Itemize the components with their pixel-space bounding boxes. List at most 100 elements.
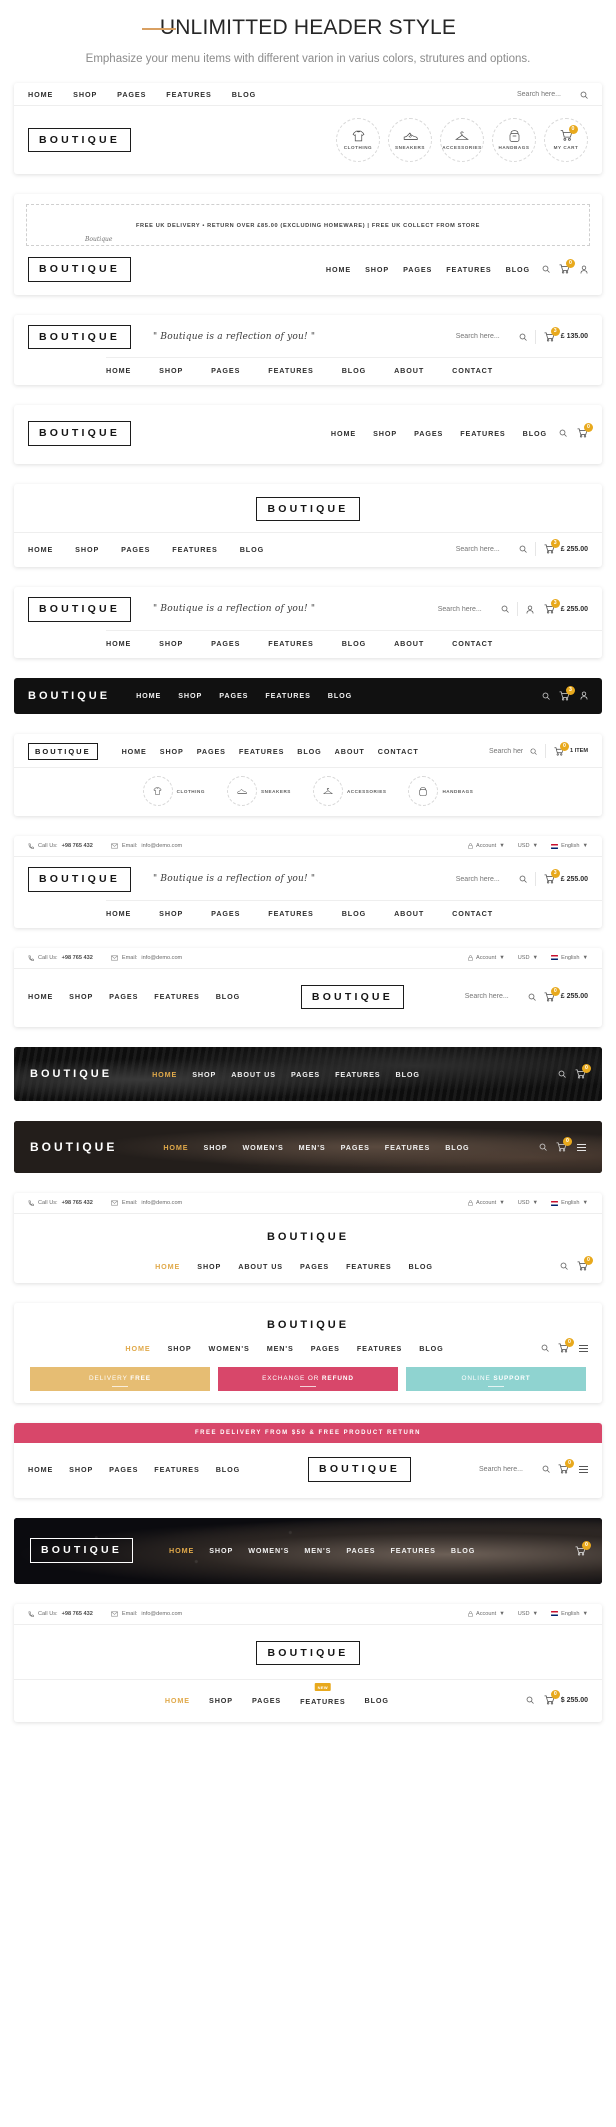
nav-pages[interactable]: PAGES	[291, 1070, 320, 1079]
category-sneakers[interactable]	[227, 776, 257, 807]
logo[interactable]: BOUTIQUE	[28, 597, 132, 622]
nav-contact[interactable]: CONTACT	[452, 639, 493, 648]
currency-menu[interactable]: USD ▼	[518, 1611, 538, 1617]
cart-icon[interactable]: 0	[577, 423, 593, 438]
nav-home[interactable]: HOME	[106, 366, 131, 375]
nav-contact[interactable]: CONTACT	[452, 909, 493, 918]
cart-icon[interactable]: 0	[556, 1137, 572, 1152]
search-icon[interactable]	[519, 875, 527, 884]
nav-blog[interactable]: BLOG	[342, 639, 366, 648]
logo[interactable]: BOUTIQUE	[30, 1068, 112, 1080]
nav-features[interactable]: FEATURES	[166, 90, 211, 99]
nav-contact[interactable]: CONTACT	[452, 366, 493, 375]
nav-blog[interactable]: BLOG	[451, 1546, 475, 1555]
search-icon[interactable]	[526, 1696, 534, 1704]
cart-icon[interactable]: 0	[554, 741, 569, 756]
search-icon[interactable]	[542, 1465, 550, 1474]
nav-blog[interactable]: BLOG	[396, 1070, 420, 1079]
cart-icon[interactable]: 3	[544, 599, 560, 614]
nav-pages[interactable]: PAGES	[211, 366, 240, 375]
category-sneakers[interactable]: SNEAKERS	[388, 118, 432, 163]
nav-home[interactable]: HOME	[152, 1070, 177, 1079]
nav-blog[interactable]: BLOG	[506, 265, 530, 274]
nav-shop[interactable]: SHOP	[159, 366, 183, 375]
nav-blog[interactable]: BLOG	[216, 1465, 240, 1474]
nav-blog[interactable]: BLOG	[342, 366, 366, 375]
nav-features[interactable]: FEATURES	[268, 909, 313, 918]
nav-about[interactable]: ABOUT	[394, 639, 424, 648]
logo[interactable]: BOUTIQUE	[267, 1319, 349, 1331]
nav-blog[interactable]: BLOG	[409, 1262, 433, 1271]
nav-features[interactable]: FEATURES	[239, 747, 284, 756]
search-icon[interactable]	[530, 748, 537, 755]
search-icon[interactable]	[542, 265, 550, 274]
search-icon[interactable]	[528, 993, 536, 1001]
search-box[interactable]	[455, 333, 527, 341]
promo-delivery-free[interactable]: DELIVERY FREE	[30, 1367, 210, 1392]
nav-womens[interactable]: WOMEN'S	[209, 1344, 250, 1353]
nav-pages[interactable]: PAGES	[252, 1696, 281, 1705]
nav-features[interactable]: FEATURES	[300, 1697, 345, 1706]
promo-banner[interactable]: FREE DELIVERY FROM $50 & FREE PRODUCT RE…	[14, 1423, 602, 1444]
nav-shop[interactable]: SHOP	[159, 639, 183, 648]
nav-pages[interactable]: PAGES	[403, 265, 432, 274]
nav-shop[interactable]: SHOP	[75, 545, 99, 554]
nav-shop[interactable]: SHOP	[209, 1546, 233, 1555]
nav-pages[interactable]: PAGES	[414, 429, 443, 438]
nav-blog[interactable]: BLOG	[216, 992, 240, 1001]
user-icon[interactable]	[580, 691, 588, 700]
nav-blog[interactable]: BLOG	[232, 90, 256, 99]
logo[interactable]: BOUTIQUE	[267, 1231, 349, 1243]
nav-features[interactable]: FEATURES	[265, 691, 310, 700]
cart-icon[interactable]: 0	[577, 1256, 593, 1271]
search-icon[interactable]	[542, 692, 550, 700]
nav-features[interactable]: FEATURES	[154, 1465, 199, 1474]
nav-contact[interactable]: CONTACT	[378, 747, 419, 756]
cart-icon[interactable]: 3	[544, 539, 560, 554]
nav-blog[interactable]: BLOG	[240, 545, 264, 554]
nav-shop[interactable]: SHOP	[69, 992, 93, 1001]
nav-home[interactable]: HOME	[122, 747, 147, 756]
nav-mens[interactable]: MEN'S	[299, 1143, 326, 1152]
nav-shop[interactable]: SHOP	[209, 1696, 233, 1705]
account-menu[interactable]: Account ▼	[468, 1200, 505, 1206]
search-input[interactable]	[464, 993, 521, 1001]
hamburger-menu-icon[interactable]	[579, 1344, 588, 1352]
nav-home[interactable]: HOME	[165, 1696, 190, 1705]
search-input[interactable]	[479, 1465, 536, 1473]
nav-pages[interactable]: PAGES	[311, 1344, 340, 1353]
search-icon[interactable]	[539, 1143, 547, 1151]
nav-pages[interactable]: PAGES	[211, 639, 240, 648]
nav-about[interactable]: ABOUT	[394, 909, 424, 918]
logo[interactable]: BOUTIQUE	[30, 1140, 117, 1154]
logo[interactable]: BOUTIQUE	[28, 421, 132, 446]
nav-pages[interactable]: PAGES	[121, 545, 150, 554]
logo[interactable]: BOUTIQUE	[28, 690, 110, 702]
nav-about-us[interactable]: ABOUT US	[231, 1070, 276, 1079]
nav-mens[interactable]: MEN'S	[267, 1344, 294, 1353]
nav-shop[interactable]: SHOP	[168, 1344, 192, 1353]
nav-pages[interactable]: PAGES	[211, 909, 240, 918]
email-info[interactable]: Email: info@demo.com	[111, 1200, 182, 1206]
search-icon[interactable]	[560, 1262, 568, 1270]
nav-shop[interactable]: SHOP	[204, 1143, 228, 1152]
email-info[interactable]: Email: info@demo.com	[111, 955, 182, 961]
currency-menu[interactable]: USD ▼	[518, 1200, 538, 1206]
search-icon[interactable]	[559, 429, 567, 438]
nav-home[interactable]: HOME	[155, 1262, 180, 1271]
phone-info[interactable]: Call Us: +98 765 432	[28, 1611, 93, 1617]
cart-icon[interactable]: 0	[544, 986, 560, 1002]
category-my-cart[interactable]: 0 MY CART	[544, 118, 588, 163]
nav-home[interactable]: HOME	[169, 1546, 194, 1555]
cart-icon[interactable]: 0	[575, 1064, 591, 1079]
nav-pages[interactable]: PAGES	[346, 1546, 375, 1555]
search-box[interactable]	[488, 747, 537, 755]
user-icon[interactable]	[526, 605, 534, 614]
cart-icon[interactable]: 0	[560, 125, 578, 141]
nav-blog[interactable]: BLOG	[419, 1344, 443, 1353]
nav-features[interactable]: FEATURES	[390, 1546, 435, 1555]
search-icon[interactable]	[558, 1070, 566, 1078]
logo[interactable]: BOUTIQUE	[30, 1538, 134, 1563]
search-input[interactable]	[455, 333, 512, 341]
search-icon[interactable]	[541, 1344, 549, 1352]
